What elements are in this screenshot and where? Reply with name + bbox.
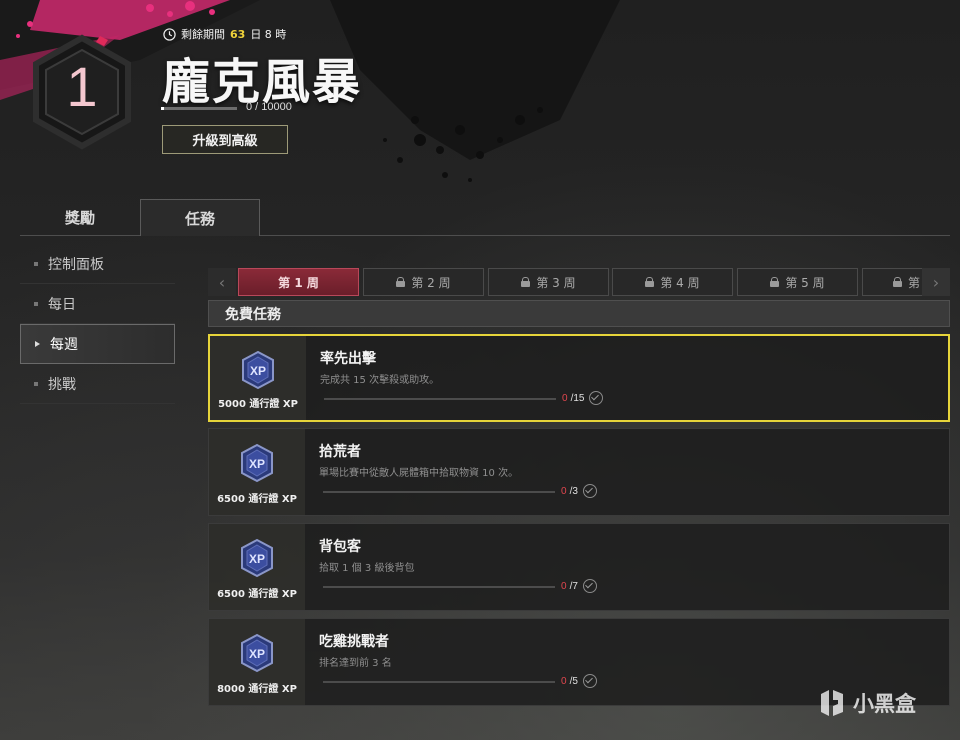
lock-icon xyxy=(893,277,902,287)
mission-progress-total: /3 xyxy=(569,485,578,497)
upgrade-button[interactable]: 升級到高級 xyxy=(162,125,288,154)
timer-suffix: 日 8 時 xyxy=(250,28,287,41)
bullet-icon xyxy=(34,261,38,266)
mission-progress-total: /7 xyxy=(569,580,578,592)
sidebar: 控制面板 每日 每週 挑戰 xyxy=(20,244,175,404)
mission-card[interactable]: XP 5000 通行證 XP 率先出擊完成共 15 次擊殺或助攻。 0/15 xyxy=(208,334,950,422)
week-selector: ‹ 第 1 周 第 2 周 第 3 周 第 4 周 第 5 周 第 › xyxy=(208,268,950,296)
mission-reward: XP 5000 通行證 XP xyxy=(210,336,306,420)
mission-reward: XP 6500 通行證 XP xyxy=(209,429,305,515)
mission-progress-bar xyxy=(323,586,555,588)
mission-progress: 0/15 xyxy=(562,391,604,405)
mission-xp-reward: 5000 通行證 XP xyxy=(218,399,298,410)
week-tab-2[interactable]: 第 2 周 xyxy=(363,268,484,296)
mission-progress-bar xyxy=(324,398,556,400)
timer-days: 63 xyxy=(230,27,246,41)
week-tab-5[interactable]: 第 5 周 xyxy=(737,268,858,296)
week-label: 第 5 周 xyxy=(785,275,825,290)
mission-progress-total: /5 xyxy=(569,675,578,687)
lock-icon xyxy=(396,277,406,287)
heybox-logo-icon xyxy=(821,690,843,716)
level-number: 1 xyxy=(66,55,98,118)
xp-progress-fill xyxy=(161,107,164,110)
mission-reward: XP 6500 通行證 XP xyxy=(209,524,305,610)
chevron-right-icon[interactable]: › xyxy=(922,268,950,296)
mission-description: 單場比賽中從敵人屍體箱中拾取物資 10 次。 xyxy=(319,468,519,479)
mission-progress-total: /15 xyxy=(570,392,585,404)
lock-icon xyxy=(770,277,780,287)
xp-icon: XP xyxy=(242,350,274,390)
week-tab-3[interactable]: 第 3 周 xyxy=(488,268,609,296)
mission-description: 排名達到前 3 名 xyxy=(319,658,392,669)
xp-icon: XP xyxy=(241,443,273,483)
sidebar-item-label: 每日 xyxy=(48,296,76,313)
week-label: 第 xyxy=(908,275,921,290)
sidebar-item-daily[interactable]: 每日 xyxy=(20,284,175,324)
sidebar-item-label: 挑戰 xyxy=(48,376,76,393)
xp-icon: XP xyxy=(241,633,273,673)
check-circle-icon xyxy=(582,674,597,688)
mission-progress: 0/3 xyxy=(561,484,597,498)
sidebar-item-challenge[interactable]: 挑戰 xyxy=(20,364,175,404)
check-circle-icon xyxy=(582,484,597,498)
watermark-text: 小黑盒 xyxy=(853,692,916,716)
watermark: 小黑盒 xyxy=(817,688,916,718)
bullet-icon xyxy=(34,301,38,306)
week-label: 第 4 周 xyxy=(660,275,700,290)
svg-text:XP: XP xyxy=(249,647,265,661)
lock-icon xyxy=(521,277,531,287)
mission-progress-current: 0 xyxy=(562,392,568,404)
mission-card[interactable]: XP 6500 通行證 XP 拾荒者單場比賽中從敵人屍體箱中拾取物資 10 次。 0/… xyxy=(208,428,950,516)
mission-title: 率先出擊 xyxy=(320,351,376,367)
mission-title: 吃雞挑戰者 xyxy=(319,634,389,650)
level-badge: 1 xyxy=(30,34,134,150)
week-label: 第 3 周 xyxy=(536,275,576,290)
mission-xp-reward: 6500 通行證 XP xyxy=(217,494,297,505)
mission-description: 拾取 1 個 3 級後背包 xyxy=(319,563,415,574)
mission-title: 拾荒者 xyxy=(319,444,361,460)
mission-progress-current: 0 xyxy=(561,580,567,592)
sidebar-item-dashboard[interactable]: 控制面板 xyxy=(20,244,175,284)
clock-icon xyxy=(163,27,176,41)
sidebar-item-weekly[interactable]: 每週 xyxy=(20,324,175,364)
timer-prefix: 剩餘期間 xyxy=(181,28,225,41)
lock-icon xyxy=(645,277,655,287)
svg-text:XP: XP xyxy=(249,457,265,471)
xp-icon: XP xyxy=(241,538,273,578)
sidebar-item-label: 每週 xyxy=(50,337,78,353)
season-timer: 剩餘期間 63 日 8 時 xyxy=(163,26,286,42)
svg-text:XP: XP xyxy=(250,364,266,378)
sidebar-item-label: 控制面板 xyxy=(48,256,104,273)
xp-progress-text: 0 / 10000 xyxy=(246,101,292,113)
tab-missions[interactable]: 任務 xyxy=(140,199,260,236)
mission-card[interactable]: XP 6500 通行證 XP 背包客拾取 1 個 3 級後背包 0/7 xyxy=(208,523,950,611)
xp-progress-bar xyxy=(161,107,237,110)
mission-progress: 0/5 xyxy=(561,674,597,688)
triangle-right-icon xyxy=(35,341,40,347)
mission-progress-current: 0 xyxy=(561,675,567,687)
mission-xp-reward: 6500 通行證 XP xyxy=(217,589,297,600)
check-circle-icon xyxy=(582,579,597,593)
mission-progress: 0/7 xyxy=(561,579,597,593)
week-tab-4[interactable]: 第 4 周 xyxy=(612,268,733,296)
week-label: 第 1 周 xyxy=(278,275,319,290)
mission-description: 完成共 15 次擊殺或助攻。 xyxy=(320,375,440,386)
bullet-icon xyxy=(34,381,38,386)
week-label: 第 2 周 xyxy=(411,275,451,290)
chevron-left-icon[interactable]: ‹ xyxy=(208,268,236,296)
mission-reward: XP 8000 通行證 XP xyxy=(209,619,305,705)
check-circle-icon xyxy=(589,391,604,405)
mission-progress-bar xyxy=(323,681,555,683)
mission-title: 背包客 xyxy=(319,539,361,555)
mission-progress-current: 0 xyxy=(561,485,567,497)
svg-text:XP: XP xyxy=(249,552,265,566)
tab-rewards[interactable]: 獎勵 xyxy=(20,199,140,235)
section-header: 免費任務 xyxy=(208,300,950,327)
mission-progress-bar xyxy=(323,491,555,493)
week-tab-1[interactable]: 第 1 周 xyxy=(238,268,359,296)
mission-xp-reward: 8000 通行證 XP xyxy=(217,684,297,695)
main-tabs: 獎勵 任務 xyxy=(20,199,950,236)
